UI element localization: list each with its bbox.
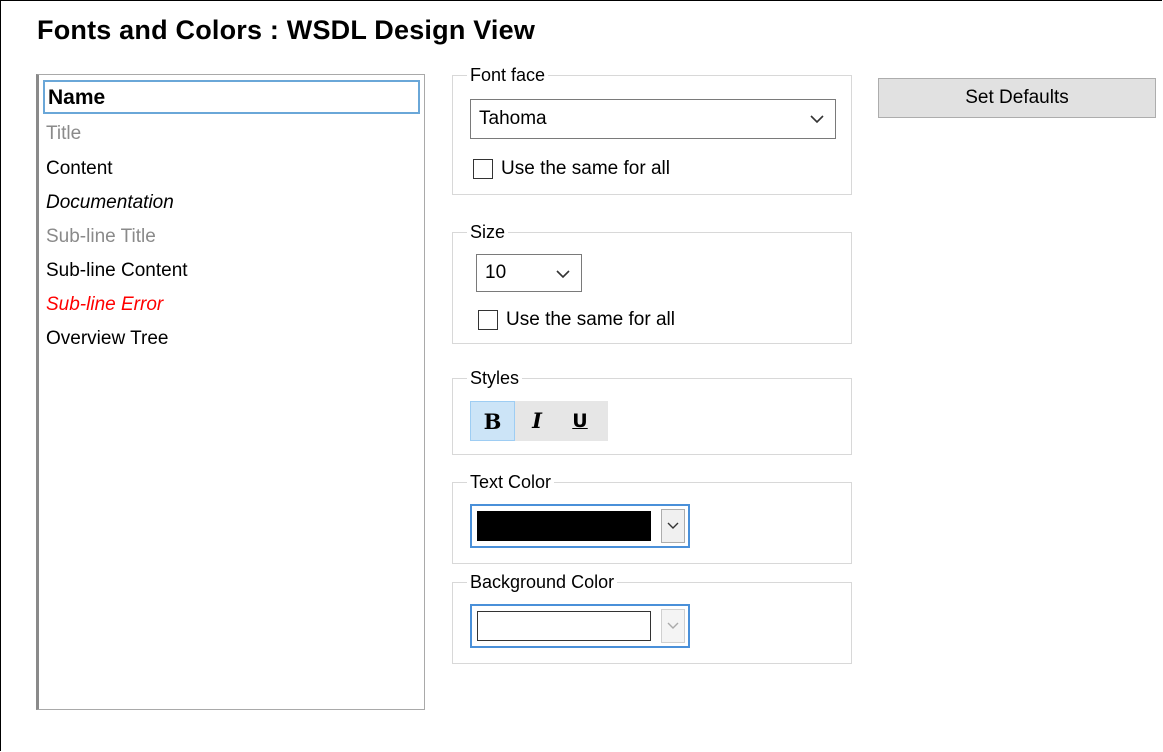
set-defaults-button[interactable]: Set Defaults bbox=[878, 78, 1156, 118]
list-item-content[interactable]: Content bbox=[46, 154, 113, 184]
background-color-label: Background Color bbox=[467, 570, 618, 594]
underline-button[interactable]: U bbox=[562, 401, 598, 441]
font-face-same-label: Use the same for all bbox=[501, 158, 670, 179]
size-same-label: Use the same for all bbox=[506, 309, 675, 330]
size-group: Size 10 Use the same for all bbox=[452, 220, 852, 344]
chevron-down-icon bbox=[810, 115, 824, 124]
font-face-group: Font face Tahoma Use the same for all bbox=[452, 63, 852, 195]
background-color-swatch bbox=[477, 611, 651, 641]
text-color-dropdown-button[interactable] bbox=[661, 509, 685, 543]
list-item-overview-tree[interactable]: Overview Tree bbox=[46, 324, 168, 354]
text-color-group: Text Color bbox=[452, 470, 852, 564]
list-item-sub-line-title[interactable]: Sub-line Title bbox=[46, 222, 156, 252]
list-item-title[interactable]: Title bbox=[46, 119, 81, 149]
styles-group: Styles B I U bbox=[452, 366, 852, 455]
italic-button[interactable]: I bbox=[519, 401, 555, 441]
preferences-panel: Fonts and Colors : WSDL Design View Name… bbox=[0, 0, 1162, 751]
bold-button[interactable]: B bbox=[470, 401, 515, 441]
text-color-swatch bbox=[477, 511, 651, 541]
style-toolbar: B I U bbox=[470, 401, 608, 441]
text-color-select[interactable] bbox=[470, 504, 690, 548]
background-color-select[interactable] bbox=[470, 604, 690, 648]
list-item-documentation[interactable]: Documentation bbox=[46, 188, 174, 218]
page-title: Fonts and Colors : WSDL Design View bbox=[37, 15, 536, 45]
background-color-dropdown-button[interactable] bbox=[661, 609, 685, 643]
font-face-label: Font face bbox=[467, 63, 549, 87]
element-list[interactable]: Name Title Content Documentation Sub-lin… bbox=[36, 74, 425, 710]
size-value: 10 bbox=[485, 262, 507, 283]
list-item-sub-line-error[interactable]: Sub-line Error bbox=[46, 290, 163, 320]
font-face-select[interactable]: Tahoma bbox=[470, 99, 836, 139]
styles-label: Styles bbox=[467, 366, 523, 390]
list-item-sub-line-content[interactable]: Sub-line Content bbox=[46, 256, 188, 286]
size-same-checkbox[interactable] bbox=[478, 310, 498, 330]
chevron-down-icon bbox=[667, 522, 679, 529]
chevron-down-icon bbox=[667, 622, 679, 629]
size-label: Size bbox=[467, 220, 509, 244]
chevron-down-icon bbox=[556, 270, 570, 279]
background-color-group: Background Color bbox=[452, 570, 852, 664]
font-face-value: Tahoma bbox=[479, 108, 547, 129]
text-color-label: Text Color bbox=[467, 470, 555, 494]
font-face-same-checkbox[interactable] bbox=[473, 159, 493, 179]
size-select[interactable]: 10 bbox=[476, 254, 582, 292]
list-item-name[interactable]: Name bbox=[43, 80, 420, 114]
